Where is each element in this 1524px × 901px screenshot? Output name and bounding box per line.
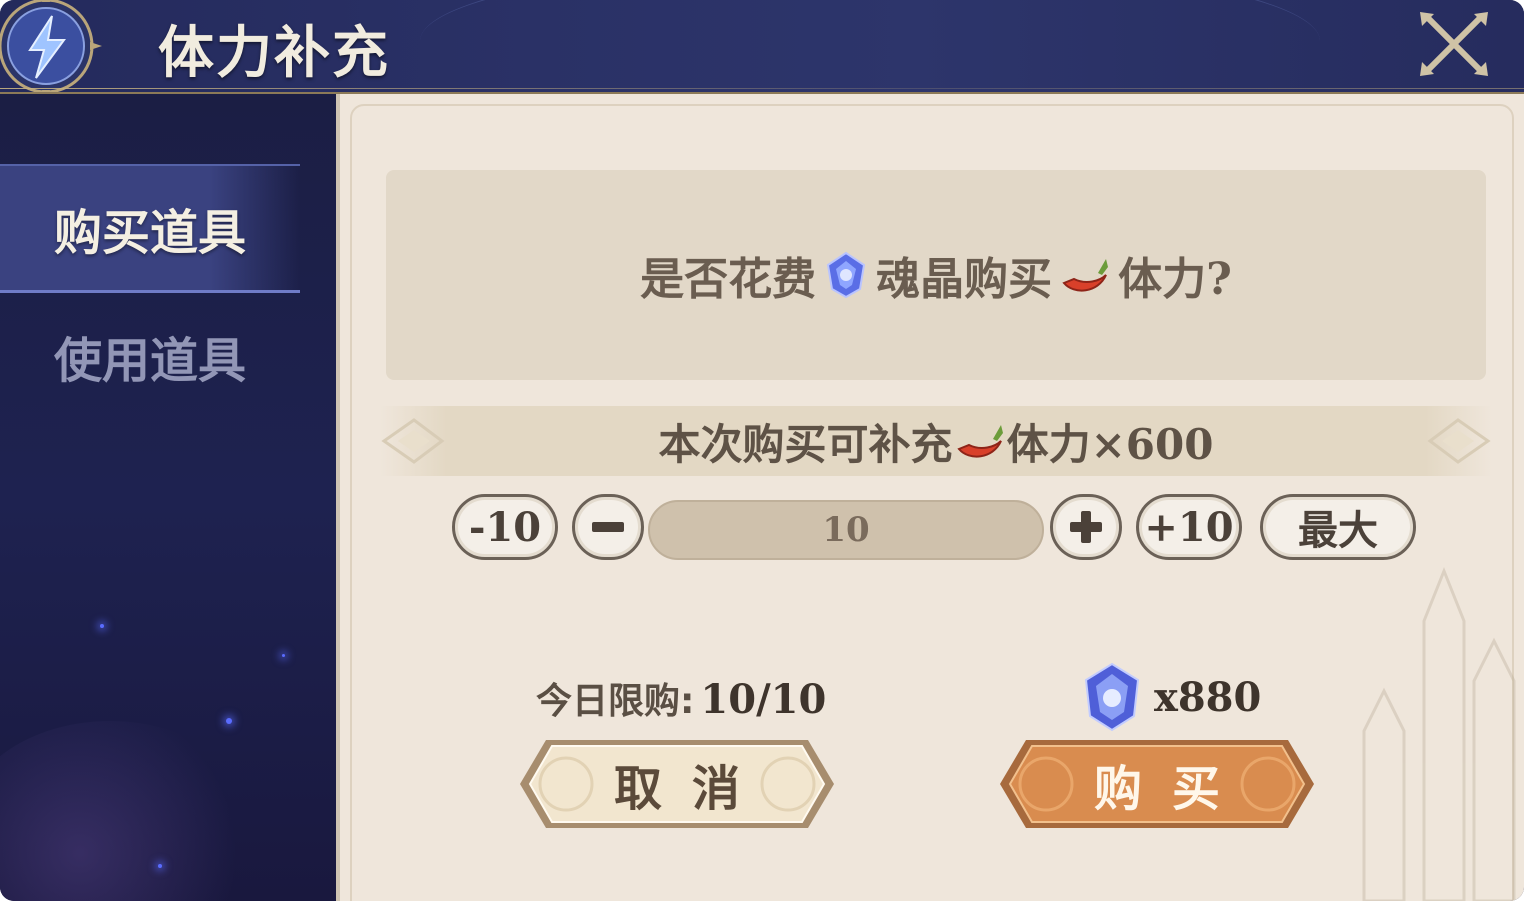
window-header: 体力补充 <box>0 0 1524 94</box>
prompt-text-2: 魂晶购买 <box>876 254 1053 305</box>
daily-limit-value: 10/10 <box>700 676 827 723</box>
sidebar: 购买道具 使用道具 <box>0 94 336 901</box>
minus-button[interactable] <box>572 494 644 560</box>
close-icon <box>1420 12 1488 76</box>
sparkle-decor <box>100 624 104 628</box>
cost-amount: x880 <box>1154 673 1262 721</box>
ribbon-text-prefix: 本次购买可补充 <box>658 419 953 469</box>
stamina-refill-window: 体力补充 购买道具 使用道具 是否花费 魂晶购买 体力? 本次购买可补充 体力×… <box>0 0 1524 901</box>
page-title: 体力补充 <box>158 20 390 86</box>
minus-10-button[interactable]: -10 <box>452 494 558 560</box>
minus-icon <box>592 522 624 532</box>
stamina-chili-icon <box>956 425 1003 458</box>
buy-button-label: 购买 <box>1093 761 1250 817</box>
cancel-button[interactable]: 取消 <box>516 734 838 834</box>
soul-crystal-icon <box>1084 662 1140 732</box>
prompt-text-1: 是否花费 <box>640 254 817 305</box>
close-button[interactable] <box>1418 10 1490 78</box>
sparkle-decor <box>282 654 285 657</box>
daily-limit: 今日限购: 10/10 <box>536 672 826 724</box>
sidebar-leaf-decor <box>0 721 260 901</box>
sparkle-decor <box>158 864 162 868</box>
ribbon-right-ornament <box>1427 418 1491 464</box>
cancel-button-label: 取消 <box>613 761 770 817</box>
daily-limit-label: 今日限购: <box>536 681 695 722</box>
plus-button[interactable] <box>1050 494 1122 560</box>
plus-10-button[interactable]: +10 <box>1136 494 1242 560</box>
ribbon-left-ornament <box>381 418 445 464</box>
quantity-input[interactable]: 10 <box>648 500 1044 560</box>
plus-icon <box>1070 511 1102 543</box>
soul-crystal-icon <box>827 251 866 299</box>
purchase-cost: x880 <box>1080 662 1261 732</box>
refill-amount-ribbon: 本次购买可补充 体力×600 <box>380 406 1492 476</box>
ribbon-text-suffix: 体力×600 <box>1006 419 1214 469</box>
stamina-emblem-icon <box>0 0 102 92</box>
main-panel: 是否花费 魂晶购买 体力? 本次购买可补充 体力×600 -10 10 +10 … <box>336 94 1524 901</box>
purchase-prompt: 是否花费 魂晶购买 体力? <box>386 170 1486 380</box>
buy-button[interactable]: 购买 <box>996 734 1318 834</box>
sidebar-item-use-items[interactable]: 使用道具 <box>0 294 300 418</box>
quantity-controls: -10 10 +10 最大 <box>340 494 1524 574</box>
sidebar-item-buy-items[interactable]: 购买道具 <box>0 164 300 293</box>
header-wave-decor <box>420 0 1320 92</box>
max-button[interactable]: 最大 <box>1260 494 1416 560</box>
sparkle-decor <box>226 718 232 724</box>
prompt-text-3: 体力? <box>1118 254 1232 305</box>
stamina-chili-icon <box>1062 259 1109 292</box>
